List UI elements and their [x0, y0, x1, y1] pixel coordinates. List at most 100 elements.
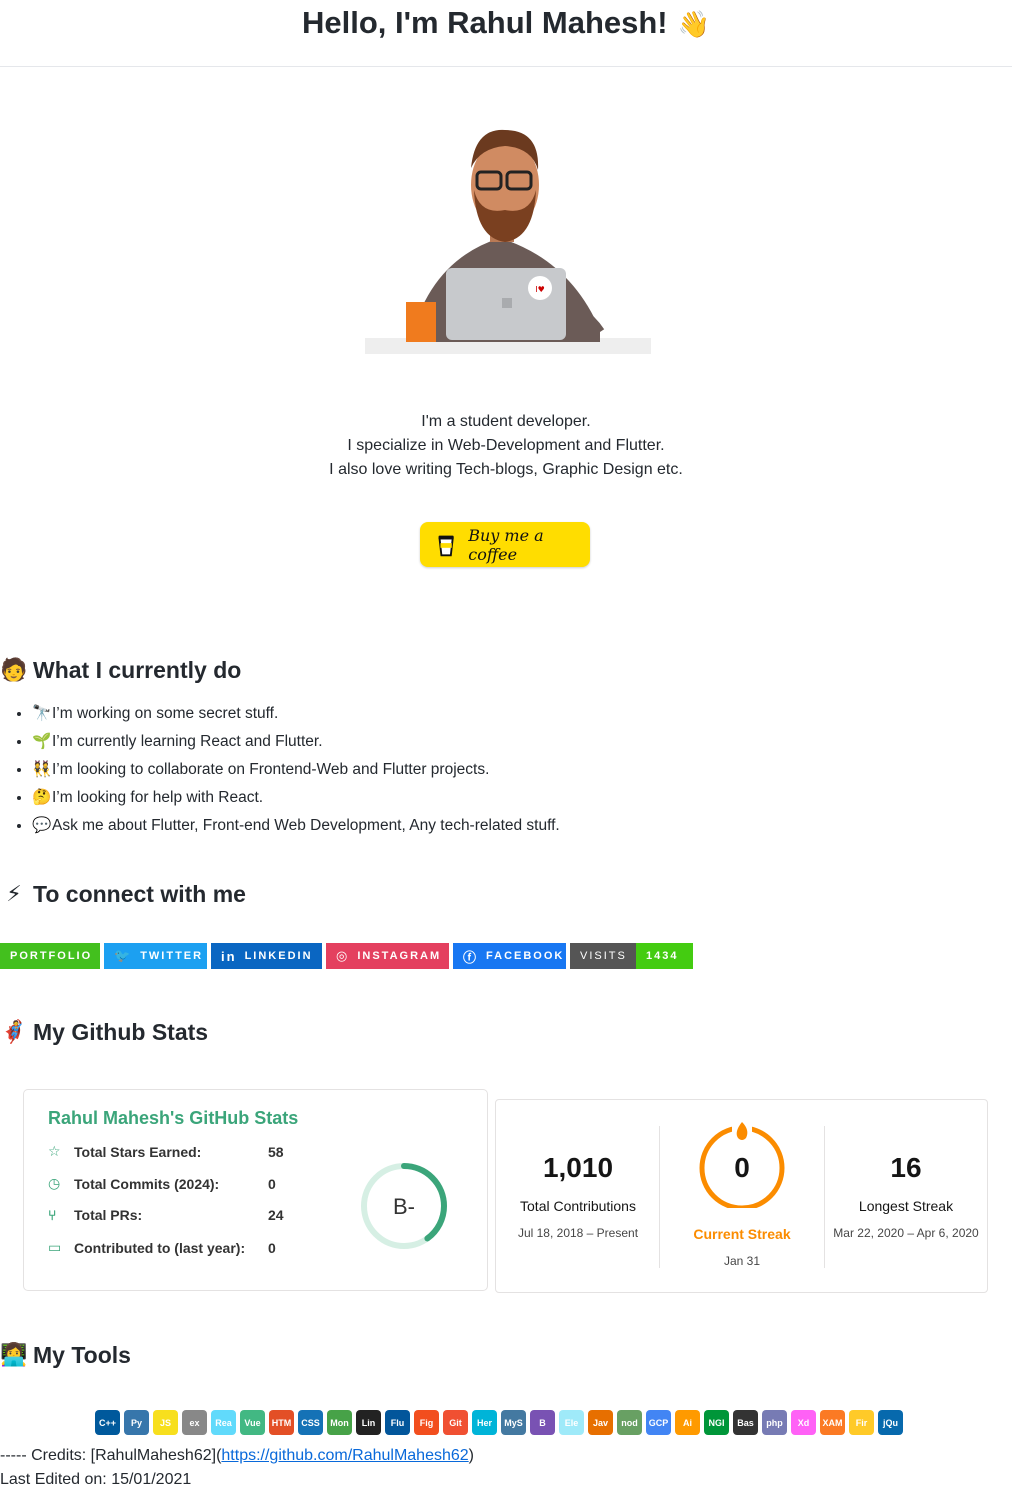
stat-label: Total Stars Earned: [74, 1143, 202, 1160]
coffee-label: Buy me a coffee [468, 525, 544, 564]
intro-text: I'm a student developer. I specialize in… [0, 410, 1012, 482]
tool-xd-icon: Xd [791, 1410, 816, 1435]
longest-streak-date: Mar 22, 2020 – Apr 6, 2020 [833, 1226, 979, 1240]
github-profile-link[interactable]: https://github.com/RahulMahesh62 [221, 1447, 468, 1464]
telescope-icon: 🔭 [32, 705, 52, 722]
stat-row: ☆ Total Stars Earned: 58 [48, 1143, 284, 1160]
intro-line: I specialize in Web-Development and Flut… [347, 437, 665, 454]
title-text: Hello, I'm Rahul Mahesh! [301, 5, 668, 40]
facebook-icon: ⓕ [463, 949, 479, 965]
superhero-icon: 🦸 [0, 1019, 28, 1044]
tool-js-icon: JS [153, 1410, 178, 1435]
tool-nginx-icon: NGI [704, 1410, 729, 1435]
tools-row: C++ Py JS ex Rea Vue HTM CSS Mon Lin Flu Fig Git Her M… [95, 1410, 903, 1435]
intro-line: I also love writing Tech-blogs, Graphic … [329, 461, 683, 478]
stat-label: Total PRs: [74, 1207, 143, 1223]
social-badges: PORTFOLIO 🐦 TWITTER in LINKEDIN ◎ INSTAGRAM… [0, 943, 693, 969]
instagram-icon: ◎ [336, 948, 350, 963]
tool-xampp-icon: XAM [820, 1410, 845, 1435]
stat-value: 0 [268, 1239, 276, 1256]
pr-icon: ⑂ [48, 1207, 57, 1223]
star-icon: ☆ [48, 1143, 61, 1159]
pikachu-icon: ⚡ [6, 881, 22, 906]
tool-firebase-icon: Fir [849, 1410, 874, 1435]
tool-java-icon: Jav [588, 1410, 613, 1435]
stat-label: Contributed to (last year): [74, 1239, 246, 1256]
wave-emoji-icon: 👋 [677, 9, 711, 39]
badge-label: PORTFOLIO [10, 950, 93, 962]
tool-mongo-icon: Mon [327, 1410, 352, 1435]
tool-gcp-icon: GCP [646, 1410, 671, 1435]
speech-bubble-icon: 💬 [32, 817, 52, 834]
section-heading-connect: ⚡ To connect with me [0, 880, 246, 908]
clock-icon: ◷ [48, 1175, 61, 1191]
list-item: 👯I’m looking to collaborate on Frontend-… [32, 756, 560, 784]
total-contributions-label: Total Contributions [520, 1198, 636, 1214]
list-item: 🌱I’m currently learning React and Flutte… [32, 728, 560, 756]
repo-icon: ▭ [48, 1239, 62, 1255]
stats-card-title: Rahul Mahesh's GitHub Stats [48, 1108, 299, 1128]
intro-line: I'm a student developer. [421, 413, 591, 430]
github-stats-card: Rahul Mahesh's GitHub Stats ☆ Total Star… [23, 1089, 488, 1291]
tool-flutter-icon: Flu [385, 1410, 410, 1435]
tool-bash-icon: Bas [733, 1410, 758, 1435]
portfolio-badge[interactable]: PORTFOLIO [0, 943, 100, 969]
page-title: Hello, I'm Rahul Mahesh! 👋 [0, 0, 1012, 67]
tool-figma-icon: Fig [414, 1410, 439, 1435]
current-streak-value: 0 [734, 1152, 750, 1183]
stat-row: ⑂ Total PRs: 24 [48, 1207, 284, 1223]
thinking-face-icon: 🤔 [32, 789, 52, 806]
stat-label: Total Commits (2024): [74, 1175, 220, 1192]
grade-text: B- [393, 1194, 415, 1219]
longest-streak: 16 Longest Streak Mar 22, 2020 – Apr 6, … [824, 1100, 988, 1240]
section-heading-tools: 👩‍💻 My Tools [0, 1341, 131, 1369]
developer-avatar-icon: 🧑 [0, 657, 28, 682]
facebook-badge[interactable]: ⓕ FACEBOOK [453, 943, 566, 969]
streak-card: 1,010 Total Contributions Jul 18, 2018 –… [495, 1099, 988, 1293]
tool-mysql-icon: MyS [501, 1410, 526, 1435]
developer-illustration: I♥ [365, 129, 651, 354]
tool-css-icon: CSS [298, 1410, 323, 1435]
badge-label: FACEBOOK [486, 950, 565, 962]
badge-label: LINKEDIN [244, 950, 313, 962]
linkedin-badge[interactable]: in LINKEDIN [211, 943, 322, 969]
visits-label: VISITS [570, 943, 636, 969]
list-item-text: I’m working on some secret stuff. [52, 705, 279, 722]
svg-text:I♥: I♥ [535, 285, 545, 294]
buy-me-a-coffee-button[interactable]: Buy me a coffee [420, 522, 590, 567]
visits-badge: VISITS 1434 [570, 943, 693, 969]
total-contributions: 1,010 Total Contributions Jul 18, 2018 –… [496, 1100, 660, 1240]
list-item: 🤔I’m looking for help with React. [32, 784, 560, 812]
tool-b-icon: B [530, 1410, 555, 1435]
section-title: My Tools [33, 1341, 131, 1368]
tool-php-icon: php [762, 1410, 787, 1435]
tool-heroku-icon: Her [472, 1410, 497, 1435]
stat-value: 0 [268, 1175, 276, 1192]
tool-c--icon: C++ [95, 1410, 120, 1435]
badge-label: INSTAGRAM [357, 950, 442, 962]
grade-ring: B- [361, 1163, 447, 1249]
tool-node-icon: nod [617, 1410, 642, 1435]
dancers-icon: 👯 [32, 761, 52, 778]
twitter-badge[interactable]: 🐦 TWITTER [104, 943, 207, 969]
credits-suffix: ) [468, 1447, 474, 1464]
stat-value: 58 [268, 1143, 284, 1160]
section-heading-doing: 🧑 What I currently do [0, 656, 241, 684]
current-streak-label: Current Streak [693, 1226, 791, 1242]
longest-streak-label: Longest Streak [858, 1198, 954, 1214]
section-heading-stats: 🦸 My Github Stats [0, 1018, 208, 1046]
tool-py-icon: Py [124, 1410, 149, 1435]
section-title: To connect with me [33, 880, 246, 907]
linkedin-icon: in [221, 948, 237, 964]
last-edited: Last Edited on: 15/01/2021 [0, 1471, 192, 1488]
section-title: What I currently do [33, 656, 242, 683]
tool-ai-icon: Ai [675, 1410, 700, 1435]
doing-list: 🔭I’m working on some secret stuff. 🌱I’m … [0, 700, 560, 840]
total-contributions-value: 1,010 [542, 1152, 614, 1183]
tool-ex-icon: ex [182, 1410, 207, 1435]
badge-label: TWITTER [140, 950, 204, 962]
twitter-icon: 🐦 [114, 948, 133, 963]
longest-streak-value: 16 [890, 1152, 922, 1183]
instagram-badge[interactable]: ◎ INSTAGRAM [326, 943, 449, 969]
list-item: 🔭I’m working on some secret stuff. [32, 700, 560, 728]
